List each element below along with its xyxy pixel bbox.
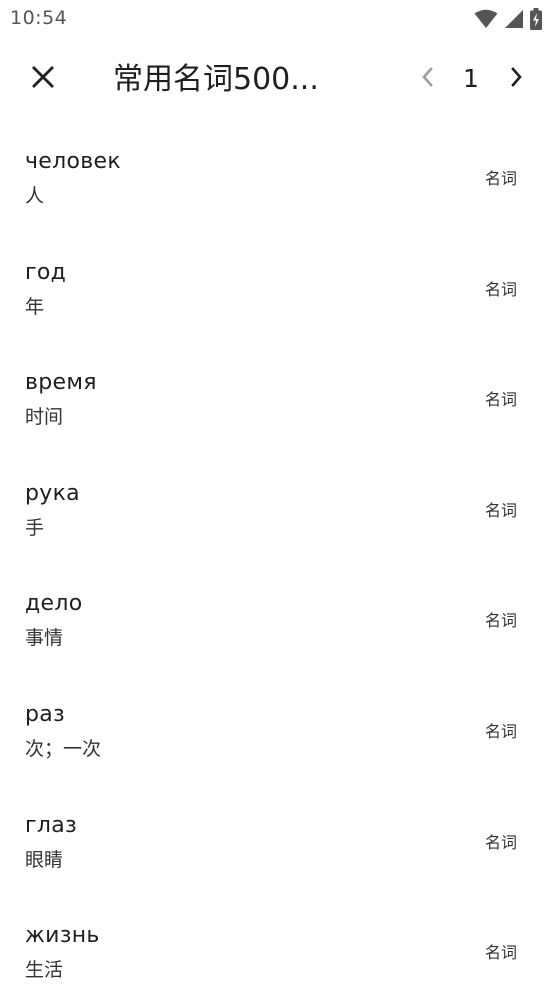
list-item[interactable]: время 时间 名词 bbox=[0, 343, 554, 454]
part-of-speech: 名词 bbox=[484, 390, 517, 410]
word-meaning: 眼睛 bbox=[25, 848, 64, 871]
list-item[interactable]: дело 事情 名词 bbox=[0, 564, 554, 675]
wifi-icon bbox=[474, 9, 498, 33]
part-of-speech: 名词 bbox=[484, 611, 517, 631]
part-of-speech: 名词 bbox=[484, 943, 517, 963]
word-meaning: 人 bbox=[25, 185, 45, 207]
word-meaning: 生活 bbox=[25, 959, 64, 982]
status-icons bbox=[474, 8, 542, 34]
next-page-button[interactable] bbox=[502, 62, 532, 96]
app-bar: 常用名词500... 1 bbox=[0, 38, 554, 122]
word-list: человек 人 名词 год 年 名词 время 时间 名词 рука 手… bbox=[0, 122, 554, 984]
word-text: глаз bbox=[25, 812, 77, 838]
word-meaning: 年 bbox=[25, 295, 45, 318]
part-of-speech: 名词 bbox=[484, 500, 517, 520]
word-meaning: 时间 bbox=[25, 406, 64, 429]
list-item[interactable]: жизнь 生活 名词 bbox=[0, 896, 554, 984]
battery-charging-icon bbox=[530, 8, 542, 34]
part-of-speech: 名词 bbox=[484, 169, 517, 188]
part-of-speech: 名词 bbox=[484, 832, 517, 852]
part-of-speech: 名词 bbox=[484, 721, 517, 741]
list-item[interactable]: человек 人 名词 bbox=[0, 122, 554, 233]
status-time: 10:54 bbox=[10, 7, 68, 29]
previous-page-button[interactable] bbox=[412, 62, 442, 96]
list-item[interactable]: год 年 名词 bbox=[0, 233, 554, 344]
status-bar: 10:54 bbox=[0, 0, 554, 38]
word-meaning: 事情 bbox=[25, 627, 64, 650]
word-text: человек bbox=[25, 149, 121, 174]
close-icon bbox=[31, 65, 55, 93]
list-item[interactable]: раз 次；一次 名词 bbox=[0, 675, 554, 786]
word-text: жизнь bbox=[25, 923, 100, 949]
signal-icon bbox=[504, 9, 524, 33]
word-text: год bbox=[25, 259, 67, 285]
word-text: рука bbox=[25, 480, 80, 506]
part-of-speech: 名词 bbox=[484, 279, 517, 299]
word-text: дело bbox=[25, 591, 83, 617]
word-meaning: 次；一次 bbox=[25, 737, 102, 760]
word-text: время bbox=[25, 370, 97, 396]
list-item[interactable]: глаз 眼睛 名词 bbox=[0, 786, 554, 897]
page-title: 常用名词500... bbox=[113, 62, 319, 97]
page-number: 1 bbox=[463, 64, 479, 93]
close-button[interactable] bbox=[26, 62, 60, 96]
list-item[interactable]: рука 手 名词 bbox=[0, 454, 554, 565]
word-meaning: 手 bbox=[25, 516, 45, 539]
chevron-left-icon bbox=[420, 66, 434, 92]
word-text: раз bbox=[25, 701, 66, 727]
chevron-right-icon bbox=[510, 66, 524, 92]
